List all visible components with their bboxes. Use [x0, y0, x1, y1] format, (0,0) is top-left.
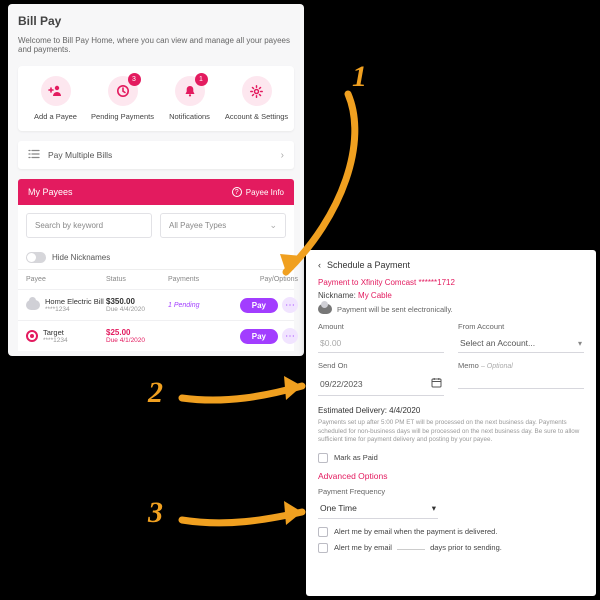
filter-row: Search by keyword All Payee Types ⌄ [18, 205, 294, 246]
from-account-select[interactable]: Select an Account... ▾ [458, 334, 584, 353]
frequency-field: Payment Frequency One Time ▾ [318, 487, 584, 519]
pending-badge: 3 [128, 73, 141, 86]
clock-icon: 3 [108, 76, 138, 106]
list-icon [28, 149, 40, 161]
annotation-arrow-3 [176, 494, 316, 534]
notifications-button[interactable]: 1 Notifications [157, 76, 223, 121]
gear-icon [242, 76, 272, 106]
mark-as-paid-row: Mark as Paid [318, 453, 584, 463]
memo-field: Memo – Optional [458, 361, 584, 396]
chevron-down-icon: ▾ [578, 339, 582, 348]
bill-pay-home-panel: Bill Pay Welcome to Bill Pay Home, where… [8, 4, 304, 356]
question-icon: ? [232, 187, 242, 197]
cloud-icon [318, 304, 332, 314]
cloud-icon [26, 300, 40, 310]
schedule-payment-panel: ‹ Schedule a Payment Payment to Xfinity … [306, 250, 596, 596]
hide-nicknames-toggle[interactable] [26, 252, 46, 263]
alert-delivered-checkbox[interactable] [318, 527, 328, 537]
memo-input[interactable] [458, 373, 584, 389]
estimated-delivery: Estimated Delivery: 4/4/2020 [318, 406, 584, 415]
annotation-arrow-2 [176, 370, 316, 410]
search-input[interactable]: Search by keyword [26, 213, 152, 238]
table-row: Home Electric Bill ****1234 $350.00 Due … [18, 289, 294, 320]
amount-field: Amount $0.00 [318, 322, 444, 353]
nickname-line: Nickname: My Cable [318, 291, 584, 300]
pay-button[interactable]: Pay [240, 329, 278, 344]
annotation-number-3: 3 [148, 496, 163, 530]
add-payee-button[interactable]: Add a Payee [23, 76, 89, 121]
pending-payments-button[interactable]: 3 Pending Payments [90, 76, 156, 121]
alert-days-checkbox[interactable] [318, 543, 328, 553]
pay-button[interactable]: Pay [240, 298, 278, 313]
frequency-select[interactable]: One Time ▾ [318, 499, 438, 519]
send-on-field: Send On 09/22/2023 [318, 361, 444, 396]
from-account-field: From Account Select an Account... ▾ [458, 322, 584, 353]
welcome-text: Welcome to Bill Pay Home, where you can … [18, 36, 294, 54]
send-on-input[interactable]: 09/22/2023 [318, 373, 444, 396]
options-button[interactable]: ⋯ [282, 297, 298, 313]
hide-nicknames-row: Hide Nicknames [18, 246, 294, 269]
page-title: Bill Pay [18, 14, 294, 28]
table-row: Target ****1234 $25.00 Due 4/1/2020 Pay … [18, 320, 294, 351]
pay-multiple-bills-button[interactable]: Pay Multiple Bills › [18, 141, 294, 169]
add-payee-icon [41, 76, 71, 106]
advanced-options-heading: Advanced Options [318, 471, 584, 481]
alert-days-input[interactable] [397, 549, 425, 550]
bell-icon: 1 [175, 76, 205, 106]
calendar-icon [431, 377, 442, 391]
target-icon [26, 330, 38, 342]
payee-table-header: Payee Status Payments Pay/Options [18, 269, 294, 289]
notifications-badge: 1 [195, 73, 208, 86]
amount-input[interactable]: $0.00 [318, 334, 444, 353]
options-button[interactable]: ⋯ [282, 328, 298, 344]
chevron-down-icon: ▾ [432, 503, 436, 514]
mark-as-paid-checkbox[interactable] [318, 453, 328, 463]
disclaimer-text: Payments set up after 5:00 PM ET will be… [318, 419, 584, 445]
annotation-number-2: 2 [148, 376, 163, 410]
annotation-arrow-1 [268, 86, 378, 286]
quick-actions: Add a Payee 3 Pending Payments 1 Notific… [18, 66, 294, 131]
my-payees-header: My Payees ? Payee Info [18, 179, 294, 205]
alert-days-row: Alert me by email days prior to sending. [318, 543, 584, 553]
alert-delivered-row: Alert me by email when the payment is de… [318, 527, 584, 537]
sent-electronically: Payment will be sent electronically. [318, 304, 584, 314]
